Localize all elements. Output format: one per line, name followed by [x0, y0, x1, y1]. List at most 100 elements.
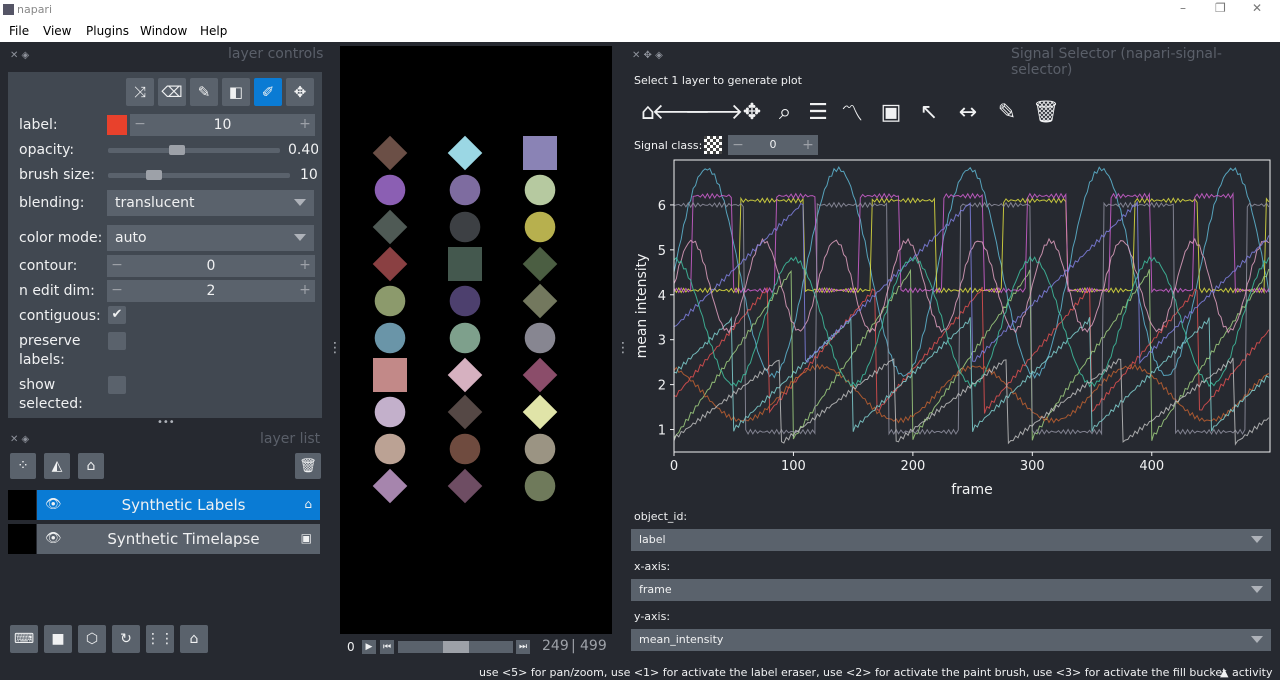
- increment-icon[interactable]: +: [798, 137, 818, 153]
- blending-combo[interactable]: translucent: [107, 190, 314, 216]
- y-axis-value: mean_intensity: [639, 633, 724, 646]
- step-back-button[interactable]: ⏮: [380, 640, 394, 654]
- step-forward-button[interactable]: ⏭: [516, 640, 530, 654]
- pan-icon[interactable]: ✥: [737, 97, 767, 127]
- home-button[interactable]: ⌂: [180, 625, 208, 653]
- trash-icon[interactable]: 🗑: [1031, 97, 1061, 127]
- increment-icon[interactable]: +: [295, 282, 315, 298]
- select-icon[interactable]: ↖: [914, 97, 944, 127]
- increment-icon[interactable]: +: [295, 257, 315, 273]
- opacity-value: 0.40: [288, 142, 318, 158]
- increment-icon[interactable]: +: [295, 116, 315, 132]
- label-object: [524, 433, 556, 465]
- dims-slider[interactable]: [398, 641, 513, 653]
- maximize-button[interactable]: ❐: [1215, 1, 1226, 15]
- label-spinbox[interactable]: − 10 +: [130, 114, 315, 136]
- zoom-icon[interactable]: ⌕: [770, 97, 800, 127]
- chevron-down-icon: [294, 234, 306, 241]
- color-mode-combo[interactable]: auto: [107, 225, 314, 251]
- close-window-button[interactable]: ✕: [1252, 1, 1262, 15]
- eye-icon[interactable]: 👁: [45, 497, 62, 512]
- new-shapes-layer-button[interactable]: ◭: [44, 453, 70, 479]
- label-object: [524, 470, 556, 502]
- shuffle-colors-button[interactable]: ⤨: [126, 78, 154, 106]
- blending-label: blending:: [19, 195, 85, 211]
- label-object: [524, 322, 556, 354]
- dims-slider-handle[interactable]: [442, 641, 469, 653]
- label-object: [374, 285, 406, 317]
- chevron-down-icon: [1251, 636, 1263, 643]
- layer-name: Synthetic Timelapse: [107, 530, 260, 548]
- toggle-ndisplay-button[interactable]: ■: [44, 625, 72, 653]
- paint-brush-button[interactable]: ✎: [190, 78, 218, 106]
- decrement-icon[interactable]: −: [728, 137, 748, 153]
- splitter-handle[interactable]: •••: [157, 417, 175, 428]
- n-edit-dim-label: n edit dim:: [19, 283, 95, 299]
- layer-row[interactable]: 👁 Synthetic Labels ⌂: [8, 490, 320, 520]
- label-object: [374, 396, 406, 428]
- n-edit-dim-spinbox[interactable]: − 2 +: [107, 280, 315, 302]
- eraser-button[interactable]: ⌫: [158, 78, 186, 106]
- new-labels-layer-button[interactable]: ⌂: [78, 453, 104, 479]
- label-object: [447, 394, 483, 430]
- preserve-labels-label-2: labels:: [19, 352, 65, 368]
- label-value: 10: [213, 117, 232, 133]
- menu-bar: File View Plugins Window Help: [0, 20, 1280, 42]
- layer-row[interactable]: 👁 Synthetic Timelapse ▣: [8, 524, 320, 554]
- menu-window[interactable]: Window: [140, 24, 187, 38]
- x-axis-value: frame: [639, 583, 672, 596]
- color-picker-button[interactable]: ✐: [254, 78, 282, 106]
- line-chart-icon[interactable]: 〽: [837, 97, 867, 127]
- new-points-layer-button[interactable]: ⁘: [10, 453, 36, 479]
- annotate-icon[interactable]: ✎: [992, 97, 1022, 127]
- contiguous-checkbox[interactable]: ✔: [108, 306, 126, 324]
- window-title: napari: [17, 3, 53, 16]
- dock-close-float-icons[interactable]: ✕ ✥ ◈: [632, 50, 663, 61]
- brush-size-slider-handle[interactable]: [145, 170, 162, 180]
- signal-class-spinbox[interactable]: − 0 +: [728, 135, 818, 155]
- label-object: [449, 433, 481, 465]
- opacity-slider-handle[interactable]: [168, 145, 185, 155]
- y-tick-label: 3: [658, 334, 666, 349]
- minimize-button[interactable]: –: [1180, 1, 1186, 15]
- viewer-canvas[interactable]: [340, 46, 612, 634]
- decrement-icon[interactable]: −: [107, 257, 127, 273]
- show-selected-checkbox[interactable]: [108, 376, 126, 394]
- dock-close-float-icons[interactable]: ✕ ◈: [10, 50, 29, 61]
- fill-bucket-button[interactable]: ◧: [222, 78, 250, 106]
- pan-zoom-button[interactable]: ✥: [286, 78, 314, 106]
- configure-icon[interactable]: ☰: [803, 97, 833, 127]
- preserve-labels-checkbox[interactable]: [108, 332, 126, 350]
- opacity-slider[interactable]: [108, 145, 280, 155]
- 3d-cube-button[interactable]: ⬡: [78, 625, 106, 653]
- console-button[interactable]: ⌨: [10, 625, 38, 653]
- eye-icon[interactable]: 👁: [45, 531, 62, 546]
- layer-row-body: 👁 Synthetic Timelapse ▣: [37, 524, 320, 554]
- brush-size-slider[interactable]: [108, 170, 290, 180]
- contour-spinbox[interactable]: − 0 +: [107, 255, 315, 277]
- contour-value: 0: [206, 258, 216, 274]
- color-mode-value: auto: [115, 230, 147, 246]
- menu-file[interactable]: File: [9, 24, 29, 38]
- forward-arrow-icon[interactable]: 🡒: [685, 97, 744, 127]
- decrement-icon[interactable]: −: [130, 116, 150, 132]
- signal-plot[interactable]: 0 100 200 300 400 1 2 3 4 5 6 frame mean intensity: [626, 158, 1274, 502]
- dock-close-float-icons[interactable]: ✕ ◈: [10, 434, 29, 445]
- delete-layer-button[interactable]: 🗑: [295, 453, 321, 479]
- span-icon[interactable]: ↔: [953, 97, 983, 127]
- object-id-combo[interactable]: label: [631, 529, 1271, 551]
- roll-dims-button[interactable]: ↻: [112, 625, 140, 653]
- menu-help[interactable]: Help: [200, 24, 227, 38]
- label-label: label:: [19, 117, 58, 133]
- activity-button[interactable]: ▲ activity: [1220, 666, 1273, 679]
- menu-view[interactable]: View: [43, 24, 71, 38]
- y-axis-combo[interactable]: mean_intensity: [631, 629, 1271, 651]
- menu-plugins[interactable]: Plugins: [86, 24, 129, 38]
- play-button[interactable]: ▶: [362, 640, 376, 654]
- grid-view-button[interactable]: ⋮⋮: [146, 625, 174, 653]
- decrement-icon[interactable]: −: [107, 282, 127, 298]
- signal-class-color-icon: [704, 136, 722, 154]
- x-axis-combo[interactable]: frame: [631, 579, 1271, 601]
- save-icon[interactable]: ▣: [876, 97, 906, 127]
- object-id-label: object_id:: [634, 510, 688, 523]
